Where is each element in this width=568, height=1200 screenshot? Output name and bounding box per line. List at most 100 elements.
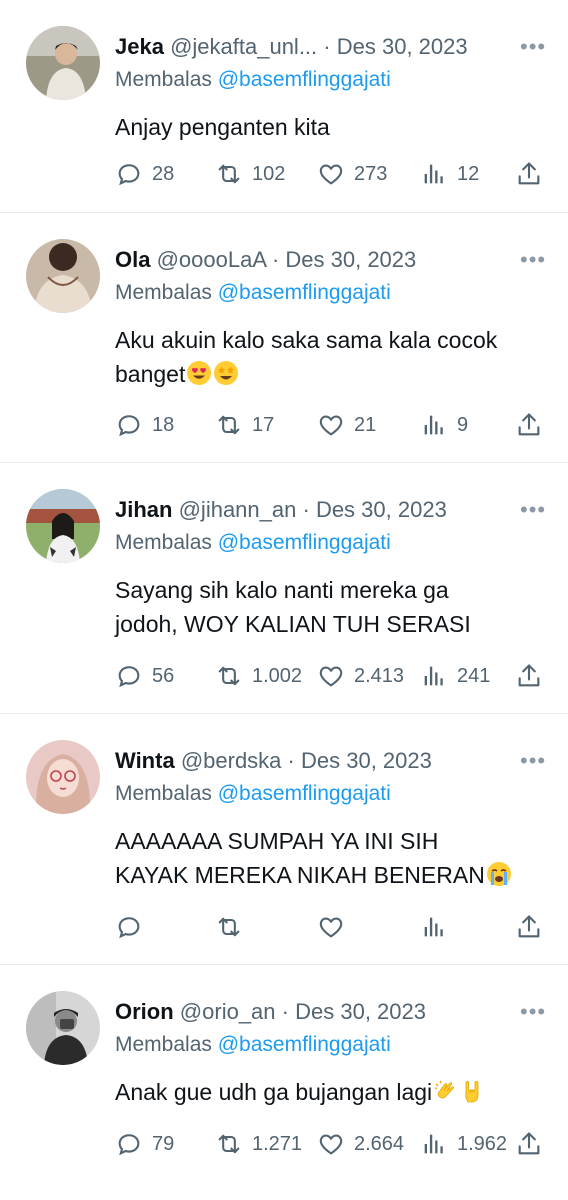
- retweet-icon: [218, 666, 240, 686]
- tweet-text: AAAAAAA SUMPAH YA INI SIH KAYAK MEREKA N…: [115, 824, 545, 892]
- reply-button[interactable]: 18: [115, 409, 174, 441]
- separator-dot: ·: [287, 748, 295, 773]
- tweet-reply[interactable]: Winta @berdska · Des 30, 2023 ••• Membal…: [0, 714, 568, 965]
- author-handle[interactable]: @orio_an: [180, 999, 276, 1024]
- reply-prefix: Membalas: [115, 531, 212, 554]
- retweet-icon: [218, 164, 240, 184]
- tweet-text-line: Sayang sih kalo nanti mereka ga: [115, 577, 449, 603]
- separator-dot: ·: [323, 34, 331, 59]
- reply-mention-link[interactable]: @basemflinggajati: [218, 1033, 391, 1056]
- more-options-icon[interactable]: •••: [520, 32, 546, 62]
- reply-context: Membalas @basemflinggajati: [115, 64, 391, 96]
- reply-prefix: Membalas: [115, 281, 212, 304]
- share-button[interactable]: [515, 911, 543, 943]
- views-button[interactable]: 1.962: [420, 1128, 507, 1160]
- author-name[interactable]: Orion: [115, 999, 174, 1024]
- tweet-text-content: Anak gue udh ga bujangan lagi: [115, 1079, 433, 1105]
- author-name[interactable]: Jihan: [115, 497, 172, 522]
- avatar[interactable]: [26, 991, 100, 1065]
- like-count: 2.413: [354, 664, 405, 687]
- tweet-reply[interactable]: Orion @orio_an · Des 30, 2023 ••• Membal…: [0, 965, 568, 1200]
- tweet-reply[interactable]: Ola @ooooLaA · Des 30, 2023 ••• Membalas…: [0, 213, 568, 463]
- share-button[interactable]: [515, 660, 543, 692]
- retweet-button[interactable]: 1.002: [215, 660, 302, 692]
- avatar[interactable]: [26, 239, 100, 313]
- retweet-button[interactable]: 17: [215, 409, 274, 441]
- like-button[interactable]: 21: [317, 409, 376, 441]
- reply-icon: [118, 917, 140, 939]
- tweet-actions: 79 1.271 2.664 1.962: [115, 1128, 545, 1160]
- reply-mention-link[interactable]: @basemflinggajati: [218, 531, 391, 554]
- reply-count: 56: [152, 664, 175, 687]
- reply-button[interactable]: [115, 911, 152, 943]
- author-handle[interactable]: @jihann_an: [179, 497, 297, 522]
- more-options-icon[interactable]: •••: [520, 245, 546, 275]
- reply-prefix: Membalas: [115, 1033, 212, 1056]
- share-button[interactable]: [515, 158, 543, 190]
- share-icon: [518, 162, 540, 185]
- author-name[interactable]: Winta: [115, 748, 175, 773]
- tweet-date[interactable]: Des 30, 2023: [295, 999, 426, 1024]
- author-handle[interactable]: @ooooLaA: [157, 247, 266, 272]
- reply-button[interactable]: 28: [115, 158, 174, 190]
- reply-icon: [118, 164, 140, 186]
- share-button[interactable]: [515, 1128, 543, 1160]
- reply-mention-link[interactable]: @basemflinggajati: [218, 782, 391, 805]
- avatar[interactable]: [26, 26, 100, 100]
- retweet-count: 1.271: [252, 1132, 303, 1155]
- views-button[interactable]: [420, 911, 457, 943]
- like-button[interactable]: 273: [317, 158, 387, 190]
- retweet-count: 102: [252, 162, 286, 185]
- like-button[interactable]: 2.413: [317, 660, 404, 692]
- reply-context: Membalas @basemflinggajati: [115, 527, 391, 559]
- tweet-text-line-2: KAYAK MEREKA NIKAH BENERAN: [115, 858, 545, 892]
- share-icon: [518, 1132, 540, 1155]
- reply-prefix: Membalas: [115, 68, 212, 91]
- author-name[interactable]: Ola: [115, 247, 150, 272]
- tweet-date[interactable]: Des 30, 2023: [301, 748, 432, 773]
- tweet-reply[interactable]: Jeka @jekafta_unl... · Des 30, 2023 ••• …: [0, 0, 568, 213]
- reply-button[interactable]: 56: [115, 660, 174, 692]
- views-button[interactable]: 9: [420, 409, 468, 441]
- separator-dot: ·: [302, 497, 310, 522]
- more-options-icon[interactable]: •••: [520, 495, 546, 525]
- reply-mention-link[interactable]: @basemflinggajati: [218, 281, 391, 304]
- reply-count: 28: [152, 162, 175, 185]
- reply-mention-link[interactable]: @basemflinggajati: [218, 68, 391, 91]
- retweet-count: 17: [252, 413, 275, 436]
- like-button[interactable]: [317, 911, 354, 943]
- more-options-icon[interactable]: •••: [520, 997, 546, 1027]
- more-options-icon[interactable]: •••: [520, 746, 546, 776]
- reply-button[interactable]: 79: [115, 1128, 174, 1160]
- retweet-icon: [218, 415, 240, 435]
- tweet-text-line: Anak gue udh ga bujangan lagi: [115, 1075, 545, 1109]
- views-button[interactable]: 241: [420, 660, 490, 692]
- views-chart-icon: [424, 415, 443, 435]
- reply-count: 79: [152, 1132, 175, 1155]
- tweet-date[interactable]: Des 30, 2023: [285, 247, 416, 272]
- retweet-button[interactable]: [215, 911, 252, 943]
- retweet-button[interactable]: 102: [215, 158, 285, 190]
- avatar[interactable]: [26, 489, 100, 563]
- tweet-text-continuation: KAYAK MEREKA NIKAH BENERAN: [115, 862, 485, 888]
- tweet-reply[interactable]: Jihan @jihann_an · Des 30, 2023 ••• Memb…: [0, 463, 568, 714]
- tweet-actions: 28 102 273 12: [115, 158, 545, 190]
- avatar[interactable]: [26, 740, 100, 814]
- author-handle[interactable]: @jekafta_unl...: [170, 34, 317, 59]
- share-icon: [518, 915, 540, 938]
- views-button[interactable]: 12: [420, 158, 479, 190]
- like-count: 2.664: [354, 1132, 405, 1155]
- tweet-date[interactable]: Des 30, 2023: [316, 497, 447, 522]
- tweet-date[interactable]: Des 30, 2023: [337, 34, 468, 59]
- tweet-actions: 56 1.002 2.413 241: [115, 660, 545, 692]
- author-name[interactable]: Jeka: [115, 34, 164, 59]
- tweet-text: Sayang sih kalo nanti mereka ga jodoh, W…: [115, 573, 545, 641]
- reply-icon: [118, 415, 140, 437]
- author-handle[interactable]: @berdska: [181, 748, 282, 773]
- like-button[interactable]: 2.664: [317, 1128, 404, 1160]
- tweet-text-line-2: jodoh, WOY KALIAN TUH SERASI: [115, 611, 471, 637]
- heart-icon: [319, 1134, 343, 1155]
- retweet-button[interactable]: 1.271: [215, 1128, 302, 1160]
- share-button[interactable]: [515, 409, 543, 441]
- tweet-text-continuation: banget: [115, 361, 186, 387]
